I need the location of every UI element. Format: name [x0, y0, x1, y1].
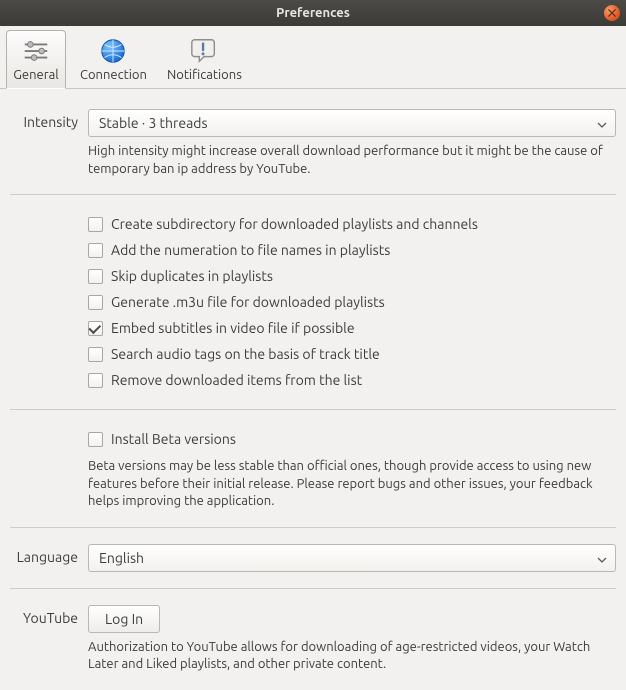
tab-label: Connection — [80, 68, 147, 82]
notification-icon — [188, 35, 220, 67]
check-install-beta[interactable]: Install Beta versions — [88, 426, 616, 452]
check-label: Remove downloaded items from the list — [111, 372, 362, 388]
tab-general[interactable]: General — [6, 30, 66, 89]
window-title: Preferences — [0, 6, 626, 20]
checkbox-checked-icon — [88, 321, 103, 336]
intensity-label: Intensity — [10, 109, 88, 130]
beta-help: Beta versions may be less stable than of… — [88, 458, 616, 511]
separator — [10, 194, 616, 195]
toolbar: General Connection No — [0, 26, 626, 89]
checkbox-icon — [88, 217, 103, 232]
tab-label: General — [13, 68, 58, 82]
intensity-value: Stable · 3 threads — [99, 115, 208, 131]
check-label: Create subdirectory for downloaded playl… — [111, 216, 478, 232]
check-label: Install Beta versions — [111, 431, 236, 447]
intensity-help: High intensity might increase overall do… — [88, 143, 616, 178]
checkbox-icon — [88, 373, 103, 388]
separator — [10, 588, 616, 589]
checkbox-icon — [88, 432, 103, 447]
check-skip-duplicates[interactable]: Skip duplicates in playlists — [88, 263, 616, 289]
language-select[interactable]: English — [88, 544, 616, 572]
row-youtube: YouTube Log In Authorization to YouTube … — [10, 599, 616, 680]
check-generate-m3u[interactable]: Generate .m3u file for downloaded playli… — [88, 289, 616, 315]
separator — [10, 527, 616, 528]
row-intensity: Intensity Stable · 3 threads High intens… — [10, 103, 616, 184]
check-embed-subtitles[interactable]: Embed subtitles in video file if possibl… — [88, 315, 616, 341]
checkbox-icon — [88, 269, 103, 284]
intensity-select[interactable]: Stable · 3 threads — [88, 109, 616, 137]
youtube-login-button[interactable]: Log In — [88, 605, 160, 633]
youtube-help: Authorization to YouTube allows for down… — [88, 639, 616, 674]
chevron-down-icon — [597, 115, 607, 131]
checkbox-icon — [88, 295, 103, 310]
close-icon — [608, 6, 616, 20]
checkbox-icon — [88, 243, 103, 258]
row-options: Create subdirectory for downloaded playl… — [10, 205, 616, 399]
sliders-icon — [20, 35, 52, 67]
row-beta: Install Beta versions Beta versions may … — [10, 420, 616, 517]
check-label: Skip duplicates in playlists — [111, 268, 273, 284]
tab-notifications[interactable]: Notifications — [161, 31, 248, 88]
check-label: Add the numeration to file names in play… — [111, 242, 390, 258]
chevron-down-icon — [597, 550, 607, 566]
globe-icon — [97, 35, 129, 67]
tab-label: Notifications — [167, 68, 242, 82]
check-create-subdirectory[interactable]: Create subdirectory for downloaded playl… — [88, 211, 616, 237]
checkbox-icon — [88, 347, 103, 362]
titlebar: Preferences — [0, 0, 626, 26]
separator — [10, 409, 616, 410]
tab-connection[interactable]: Connection — [74, 31, 153, 88]
row-language: Language English — [10, 538, 616, 578]
check-remove-downloaded[interactable]: Remove downloaded items from the list — [88, 367, 616, 393]
language-value: English — [99, 550, 144, 566]
check-label: Embed subtitles in video file if possibl… — [111, 320, 355, 336]
button-label: Log In — [105, 611, 143, 627]
preferences-general-pane: Intensity Stable · 3 threads High intens… — [0, 89, 626, 690]
check-label: Search audio tags on the basis of track … — [111, 346, 380, 362]
youtube-label: YouTube — [10, 605, 88, 626]
check-label: Generate .m3u file for downloaded playli… — [111, 294, 385, 310]
close-button[interactable] — [604, 5, 620, 21]
check-add-numeration[interactable]: Add the numeration to file names in play… — [88, 237, 616, 263]
check-search-audio-tags[interactable]: Search audio tags on the basis of track … — [88, 341, 616, 367]
language-label: Language — [10, 544, 88, 565]
